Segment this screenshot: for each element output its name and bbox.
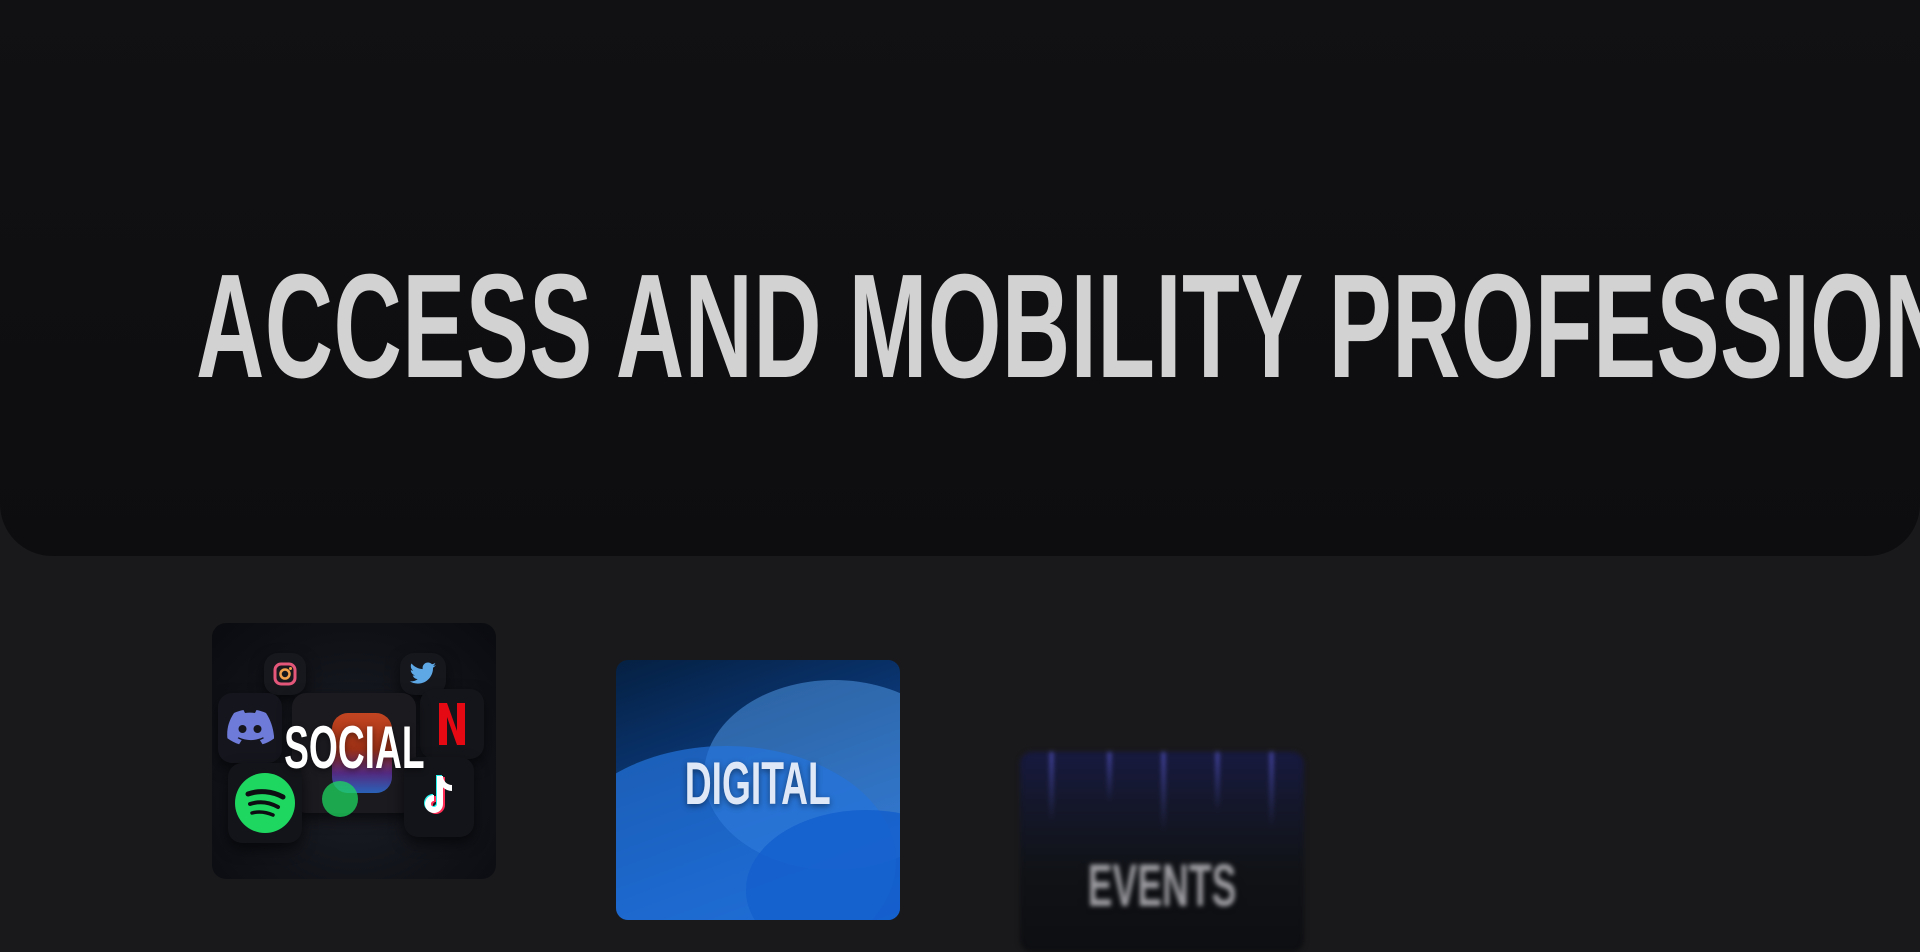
digital-card[interactable]: DIGITAL <box>616 660 900 920</box>
event-light-beam <box>1270 752 1273 828</box>
event-light-beam <box>1162 752 1165 832</box>
social-card[interactable]: SOCIAL <box>212 623 496 879</box>
instagram-icon <box>264 653 306 695</box>
event-light-beam <box>1216 752 1219 812</box>
digital-card-label: DIGITAL <box>684 750 832 817</box>
event-light-beam <box>1108 752 1111 802</box>
social-card-label: SOCIAL <box>283 714 425 781</box>
hero-section: ACCESS AND MOBILITY PROFESSIONAL <box>0 0 1920 556</box>
event-light-beam <box>1050 752 1053 822</box>
green-dot-icon <box>322 781 358 817</box>
hero-title: ACCESS AND MOBILITY PROFESSIONAL <box>196 244 1920 409</box>
events-card[interactable]: EVENTS <box>1020 752 1304 952</box>
events-card-label: EVENTS <box>1087 852 1237 919</box>
